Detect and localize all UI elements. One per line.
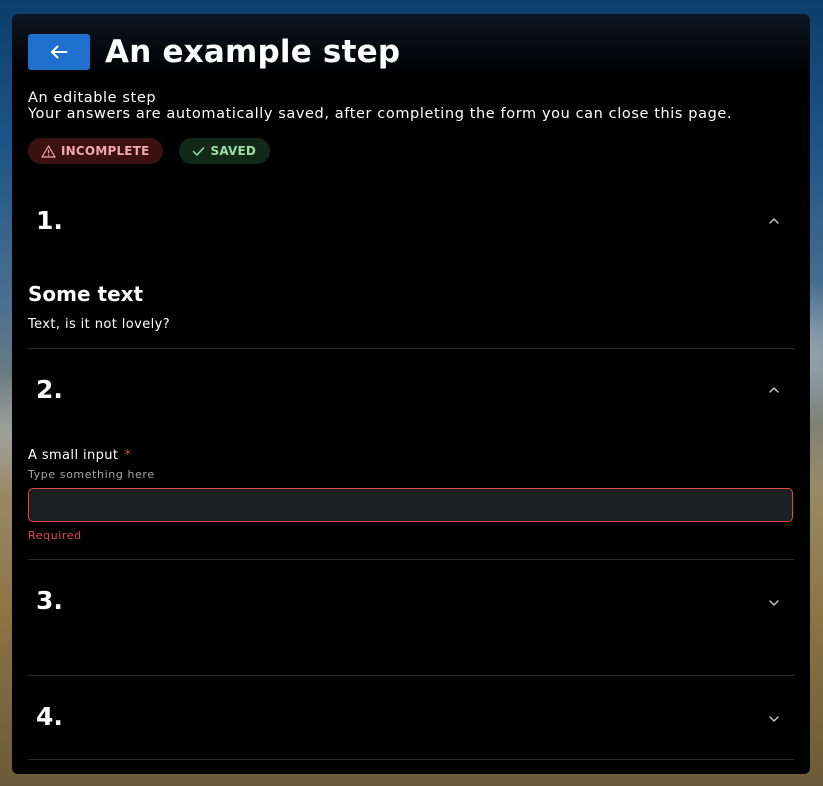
warning-icon	[41, 144, 56, 158]
back-button[interactable]	[28, 34, 90, 70]
chevron-down-icon[interactable]	[768, 599, 780, 607]
divider	[28, 759, 794, 760]
step-card: An example step An editable step Your an…	[12, 14, 810, 774]
step-description: An editable step Your answers are automa…	[28, 90, 732, 122]
section-1-header[interactable]: 1.	[28, 190, 794, 250]
check-icon	[193, 146, 205, 156]
section-1-text: Text, is it not lovely?	[28, 317, 170, 332]
divider	[28, 675, 794, 676]
small-input-field[interactable]	[28, 488, 793, 522]
step-description-text: Your answers are automatically saved, af…	[28, 106, 733, 122]
small-input-label-text: A small input	[28, 448, 119, 463]
section-2: 2.	[28, 360, 794, 420]
saved-badge-label: SAVED	[210, 144, 257, 158]
incomplete-badge: INCOMPLETE	[28, 138, 164, 164]
page-header: An example step	[28, 34, 400, 70]
section-3: 3.	[28, 572, 794, 632]
small-input-error: Required	[28, 529, 82, 542]
section-2-header[interactable]: 2.	[28, 360, 794, 420]
section-2-number: 2.	[36, 375, 63, 404]
small-input-label: A small input *	[28, 448, 131, 463]
incomplete-badge-label: INCOMPLETE	[61, 144, 150, 158]
section-4-number: 4.	[36, 702, 63, 731]
page-title: An example step	[105, 34, 401, 70]
section-1-number: 1.	[36, 206, 63, 235]
arrow-left-icon	[51, 45, 68, 59]
small-input-hint: Type something here	[28, 468, 155, 481]
chevron-up-icon[interactable]	[768, 217, 780, 225]
required-marker: *	[124, 448, 132, 463]
chevron-down-icon[interactable]	[768, 715, 780, 723]
saved-badge: SAVED	[179, 138, 271, 164]
section-3-number: 3.	[36, 586, 63, 615]
status-badges: INCOMPLETE SAVED	[28, 138, 271, 164]
chevron-up-icon[interactable]	[768, 386, 780, 394]
divider	[28, 559, 794, 560]
section-3-header[interactable]: 3.	[28, 572, 794, 632]
section-1: 1.	[28, 190, 794, 250]
divider	[28, 348, 794, 349]
step-description-title: An editable step	[28, 90, 157, 106]
section-4: 4.	[28, 688, 794, 748]
section-4-header[interactable]: 4.	[28, 688, 794, 748]
section-1-heading: Some text	[28, 282, 144, 306]
